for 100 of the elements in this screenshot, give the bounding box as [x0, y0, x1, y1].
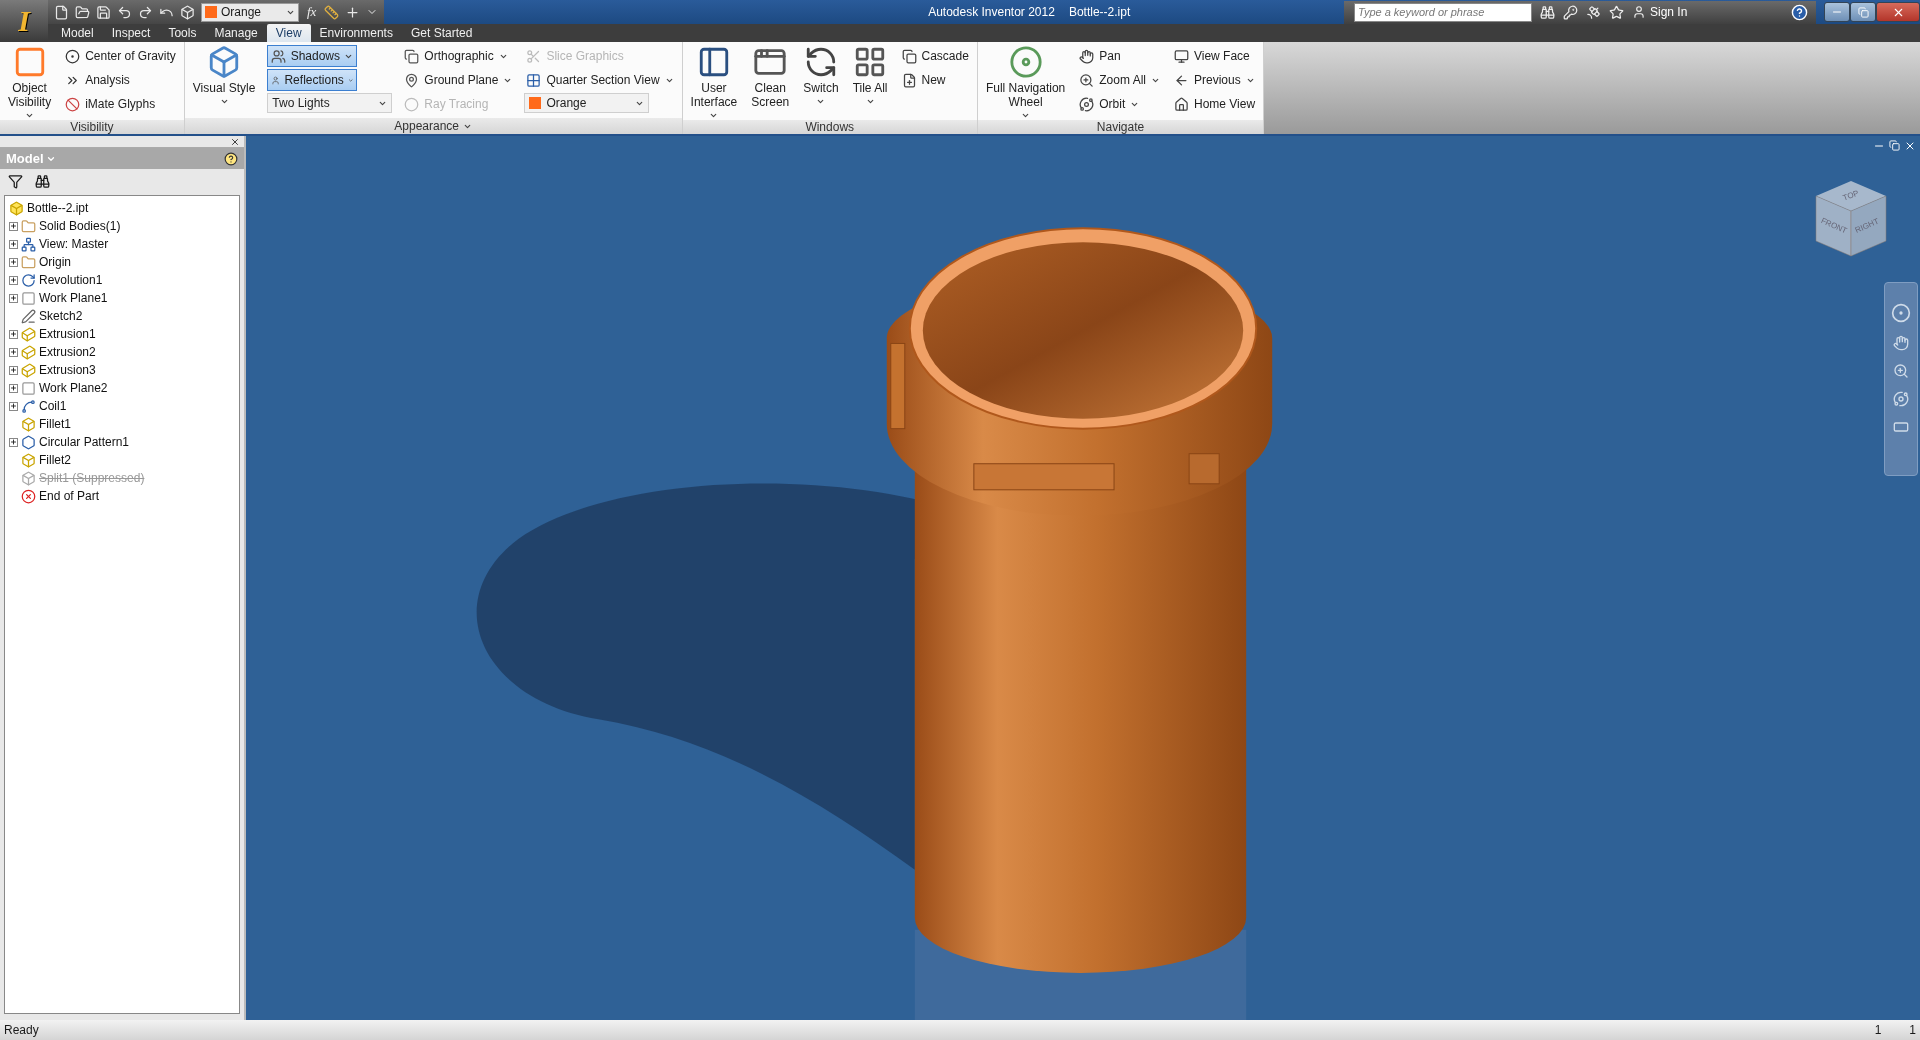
tree-item[interactable]: Origin: [39, 255, 71, 269]
tree-item[interactable]: Fillet2: [39, 453, 71, 467]
ribbon-large-button[interactable]: User Interface: [688, 45, 740, 120]
undo-icon[interactable]: [117, 4, 132, 20]
expand-icon[interactable]: [9, 275, 18, 285]
ribbon-button[interactable]: Home View: [1171, 93, 1258, 115]
ribbon-tab[interactable]: Environments: [310, 24, 402, 42]
ribbon-large-button[interactable]: Visual Style: [190, 45, 258, 118]
sign-in-button[interactable]: Sign In: [1632, 5, 1688, 19]
star-icon[interactable]: [1609, 4, 1624, 20]
ribbon-button[interactable]: Orthographic: [402, 45, 515, 67]
plus-icon[interactable]: [345, 4, 361, 20]
ribbon-tab[interactable]: Manage: [205, 24, 267, 42]
caret-icon: [25, 111, 35, 120]
search-field[interactable]: Type a keyword or phrase: [1354, 2, 1532, 22]
dropdown[interactable]: Two Lights: [267, 93, 393, 113]
close-icon[interactable]: [230, 136, 240, 147]
filter-icon[interactable]: [8, 173, 23, 189]
ribbon-button[interactable]: Cascade: [899, 45, 971, 67]
expand-icon[interactable]: [9, 221, 18, 231]
cascade-icon: [901, 48, 917, 64]
redo-icon[interactable]: [138, 4, 153, 20]
tree-item[interactable]: Work Plane2: [39, 381, 108, 395]
binoculars-icon[interactable]: [35, 173, 50, 189]
ribbon-button[interactable]: Orbit: [1077, 93, 1162, 115]
cube-face-label: TOP: [1841, 188, 1861, 203]
expand-icon[interactable]: [9, 437, 18, 447]
key-icon[interactable]: [1563, 4, 1578, 20]
ribbon-button[interactable]: Ground Plane: [402, 69, 515, 91]
ribbon-tab[interactable]: View: [266, 24, 311, 42]
tree-item[interactable]: View: Master: [39, 237, 109, 251]
cube-icon[interactable]: [180, 4, 195, 20]
ribbon-large-button[interactable]: Tile All: [850, 45, 890, 120]
open-folder-icon[interactable]: [75, 4, 90, 20]
tree-item[interactable]: Bottle--2.ipt: [27, 201, 89, 215]
steering-wheel-icon[interactable]: [1891, 303, 1911, 323]
tree-item[interactable]: Extrusion1: [39, 327, 96, 341]
ribbon-tab[interactable]: Tools: [159, 24, 206, 42]
tree-item[interactable]: Work Plane1: [39, 291, 108, 305]
view-face-icon[interactable]: [1893, 419, 1909, 435]
close-button[interactable]: [1876, 2, 1920, 22]
ribbon-button[interactable]: New: [899, 69, 971, 91]
material-dropdown[interactable]: Orange: [201, 2, 299, 22]
expand-icon[interactable]: [9, 401, 18, 411]
close-icon[interactable]: [1904, 140, 1916, 152]
ribbon-large-button[interactable]: Object Visibility: [6, 45, 54, 120]
save-icon[interactable]: [96, 4, 111, 20]
ribbon-large-button[interactable]: Switch: [801, 45, 841, 120]
tree-item[interactable]: Circular Pattern1: [39, 435, 130, 449]
expand-icon[interactable]: [9, 383, 18, 393]
tree-item[interactable]: Sketch2: [39, 309, 83, 323]
orbit-icon[interactable]: [1893, 391, 1909, 407]
tree-item[interactable]: End of Part: [39, 489, 100, 503]
application-menu-button[interactable]: I: [0, 0, 48, 42]
ribbon-button[interactable]: Analysis: [63, 69, 178, 91]
restore-icon[interactable]: [1889, 140, 1900, 151]
zoom-icon[interactable]: [1893, 363, 1909, 379]
expand-icon[interactable]: [9, 293, 18, 303]
toggle-button[interactable]: Shadows: [267, 45, 358, 67]
restore-button[interactable]: [1850, 2, 1876, 22]
help-icon[interactable]: [224, 151, 238, 166]
ribbon-button[interactable]: Center of Gravity: [63, 45, 178, 67]
toggle-button[interactable]: Reflections: [267, 69, 358, 91]
expand-icon[interactable]: [9, 347, 18, 357]
expand-icon[interactable]: [9, 239, 18, 249]
ribbon-button[interactable]: Zoom All: [1077, 69, 1162, 91]
plane-icon: [21, 290, 36, 306]
tree-item[interactable]: Solid Bodies(1): [39, 219, 121, 233]
shadow-icon: [271, 48, 287, 64]
formula-button[interactable]: fx: [305, 4, 319, 20]
new-file-icon[interactable]: [54, 4, 69, 20]
sketch-icon: [21, 308, 36, 324]
expand-icon[interactable]: [9, 365, 18, 375]
tree-item[interactable]: Coil1: [39, 399, 67, 413]
ribbon-tab[interactable]: Inspect: [102, 24, 160, 42]
satellite-icon[interactable]: [1586, 4, 1601, 20]
ribbon-large-button[interactable]: Full Navigation Wheel: [983, 45, 1068, 120]
pan-icon[interactable]: [1893, 335, 1909, 351]
ribbon-button[interactable]: View Face: [1171, 45, 1258, 67]
minimize-button[interactable]: [1824, 2, 1850, 22]
dropdown[interactable]: Orange: [524, 93, 650, 113]
ribbon-tab[interactable]: Get Started: [401, 24, 482, 42]
tree-item[interactable]: Extrusion3: [39, 363, 96, 377]
document-title: Bottle--2.ipt: [1068, 5, 1131, 19]
ribbon-large-button[interactable]: Clean Screen: [749, 45, 792, 120]
ribbon-button[interactable]: iMate Glyphs: [63, 93, 178, 115]
tree-item[interactable]: Extrusion2: [39, 345, 96, 359]
measure-icon[interactable]: [324, 4, 340, 20]
tree-item[interactable]: Revolution1: [39, 273, 103, 287]
part-icon: [9, 200, 24, 216]
binoculars-icon[interactable]: [1540, 4, 1555, 20]
extrude-icon: [21, 344, 36, 360]
expand-icon[interactable]: [9, 329, 18, 339]
ribbon-button[interactable]: Pan: [1077, 45, 1162, 67]
ribbon-button[interactable]: Previous: [1171, 69, 1258, 91]
ribbon-tab[interactable]: Model: [52, 24, 103, 42]
caret-icon: [816, 97, 826, 106]
ribbon-button[interactable]: Quarter Section View: [524, 69, 676, 91]
expand-icon[interactable]: [9, 257, 18, 267]
tree-item[interactable]: Fillet1: [39, 417, 71, 431]
